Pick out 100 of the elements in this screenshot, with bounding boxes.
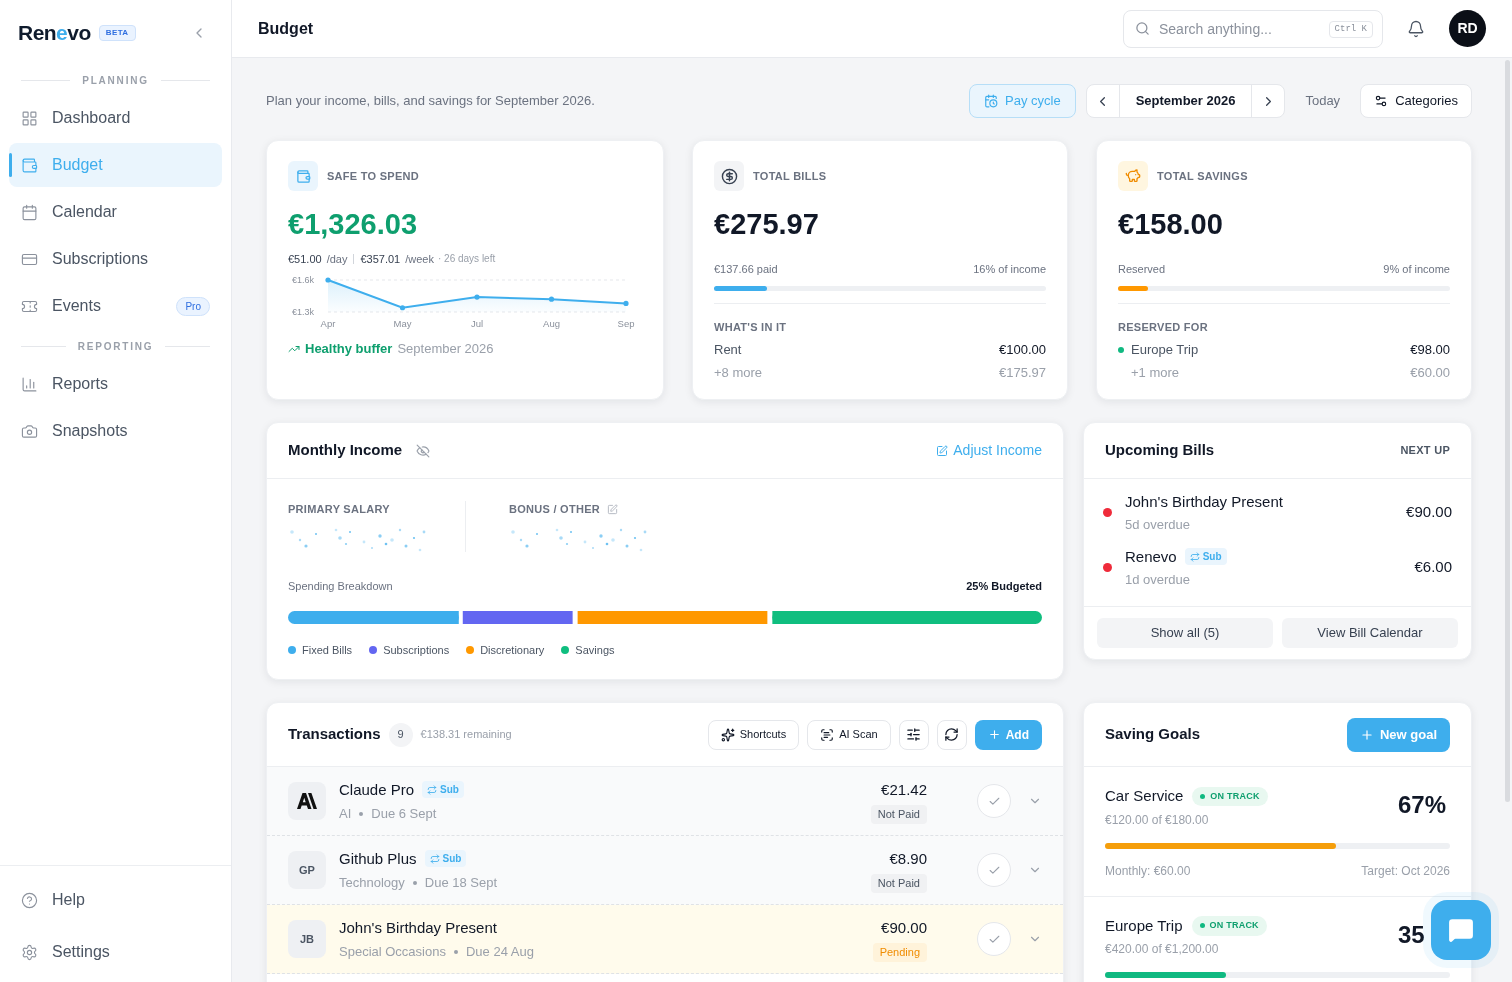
transaction-category: Technology [339, 874, 405, 892]
due-date: Due 18 Sept [424, 874, 498, 892]
scan-icon [820, 727, 835, 742]
card-title: Saving Goals [1105, 724, 1201, 745]
repeat-icon [429, 853, 440, 864]
card-title: SAFE TO SPEND [327, 168, 419, 184]
scrollbar[interactable] [1505, 60, 1510, 802]
goal-percent: 67% [1398, 790, 1448, 820]
filter-icon [906, 727, 922, 742]
initials-avatar: GP [288, 851, 326, 889]
goal-name: Europe Trip [1105, 915, 1183, 936]
status-badge: Pending [872, 943, 927, 962]
repeat-icon [1189, 551, 1200, 562]
mark-paid-button[interactable] [977, 784, 1011, 818]
chart-point [399, 305, 406, 311]
goal-name: Car Service [1105, 786, 1184, 806]
breakdown-label: Spending Breakdown [288, 578, 393, 594]
user-avatar[interactable]: RD [1449, 10, 1486, 47]
chat-button[interactable] [1431, 900, 1491, 960]
card-title: TOTAL BILLS [753, 168, 827, 184]
edit-icon [936, 444, 949, 457]
nav-item[interactable]: Dashboard [9, 96, 222, 140]
logo: Renevo [18, 20, 91, 47]
today-button[interactable]: Today [1295, 84, 1351, 118]
transaction-amount: €8.90 [889, 848, 927, 869]
daily-amount: €51.00 [288, 251, 322, 267]
x-axis-label: May [393, 318, 412, 329]
nav-icon [21, 422, 38, 440]
nav-item[interactable]: Events Pro [9, 284, 222, 328]
item-amount: €60.00 [1410, 364, 1450, 383]
piggy-bank-icon [1118, 161, 1148, 191]
hidden-icon[interactable] [416, 443, 431, 458]
status-badge: ON TRACK [1192, 786, 1268, 806]
section-heading: RESERVED FOR [1118, 320, 1209, 335]
help-icon [21, 891, 38, 909]
target-date: Target: Oct 2026 [1361, 862, 1450, 880]
show-all-button[interactable]: Show all (5) [1097, 618, 1273, 648]
weekly-amount: €357.01 [360, 251, 401, 267]
progress-label: €137.66 paid [714, 261, 778, 277]
ai-scan-button[interactable]: AI Scan [807, 719, 891, 750]
chart-point [548, 296, 555, 302]
transaction-name: Claude Pro [339, 779, 415, 800]
notifications-icon[interactable] [1407, 19, 1425, 38]
item-amount: €175.97 [999, 364, 1046, 383]
refresh-button[interactable] [936, 719, 967, 750]
monthly-amount: Monthly: €60.00 [1105, 862, 1191, 880]
budgeted-share: 25% Budgeted [966, 578, 1042, 594]
calendar-icon [984, 94, 999, 108]
mark-paid-button[interactable] [977, 922, 1011, 956]
edit-icon[interactable] [606, 503, 618, 515]
initials-avatar: JB [288, 920, 326, 958]
days-left: · 26 days left [437, 252, 496, 267]
nav-item[interactable]: Settings [9, 930, 222, 974]
transaction-row[interactable]: Claude Pro Sub AI Due 6 Sept €21.42 Not Paid [267, 767, 1063, 836]
item-label: Europe Trip [1131, 341, 1199, 360]
section-heading: PLANNING [82, 73, 149, 88]
legend-label: Savings [575, 643, 615, 658]
bill-amount: €90.00 [1406, 502, 1452, 523]
logo-icon [288, 782, 326, 820]
income-share: 9% of income [1383, 261, 1450, 277]
nav-item[interactable]: Calendar [9, 190, 222, 234]
remaining-amount: €138.31 remaining [420, 727, 512, 743]
chat-icon [1448, 917, 1474, 943]
transaction-category: AI [339, 805, 352, 823]
next-up-label: NEXT UP [1400, 443, 1450, 459]
nav-icon [21, 109, 38, 127]
shortcuts-button[interactable]: Shortcuts [707, 719, 800, 750]
transaction-row[interactable]: JB John's Birthday Present Special Occasions Due 24 Aug €90.00 Pending [267, 905, 1063, 974]
y-axis-label: €1.6k [292, 275, 315, 285]
amount: €158.00 [1118, 207, 1224, 242]
subscription-tag: Sub [1184, 548, 1227, 566]
goal-amount: €420.00 of €1,200.00 [1105, 941, 1220, 958]
goal-amount: €120.00 of €180.00 [1105, 811, 1210, 829]
categories-button[interactable]: Categories [1360, 84, 1472, 118]
bill-name: Renevo [1125, 546, 1177, 567]
pro-badge: Pro [176, 296, 210, 316]
nav-item[interactable]: Subscriptions [9, 237, 222, 281]
legend-label: Subscriptions [383, 643, 450, 658]
transaction-amount: €90.00 [881, 917, 927, 938]
overdue-label: 5d overdue [1125, 516, 1192, 534]
chart-point [623, 300, 629, 307]
section-heading: REPORTING [77, 339, 154, 354]
nav-item[interactable]: Help [9, 878, 222, 922]
nav-item[interactable]: Reports [9, 362, 222, 406]
x-axis-label: Aug [543, 318, 560, 329]
page-subtitle: Plan your income, bills, and savings for September 2026. [266, 92, 595, 111]
trend-period: September 2026 [397, 340, 494, 358]
item-amount: €98.00 [1410, 341, 1450, 360]
sliders-icon [1374, 94, 1389, 108]
mark-paid-button[interactable] [977, 853, 1011, 887]
page-title: Budget [258, 18, 314, 39]
item-label: +1 more [1131, 364, 1180, 383]
view-calendar-button[interactable]: View Bill Calendar [1282, 618, 1458, 648]
repeat-icon [427, 784, 438, 795]
card-title: TOTAL SAVINGS [1157, 168, 1248, 184]
nav-item[interactable]: Snapshots [9, 409, 222, 453]
dollar-icon [714, 161, 744, 191]
transaction-row[interactable]: GP Github Plus Sub Technology Due 18 Sept €8.90 Not Paid [267, 836, 1063, 905]
filter-button[interactable] [898, 719, 929, 750]
chart-point [325, 277, 331, 283]
